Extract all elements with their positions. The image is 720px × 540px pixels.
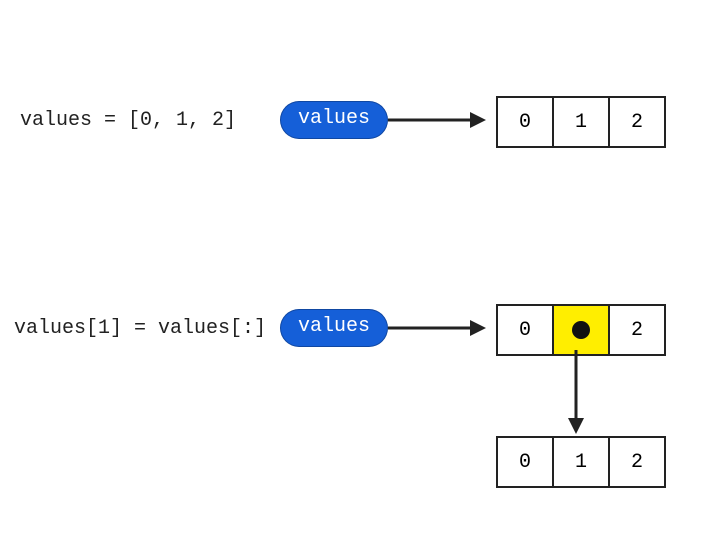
array-cells-1: 0 1 2 bbox=[496, 96, 666, 148]
code-line-1: values = [0, 1, 2] bbox=[20, 109, 236, 132]
cell: 0 bbox=[496, 304, 554, 356]
cell: 2 bbox=[610, 96, 666, 148]
cell: 1 bbox=[554, 96, 610, 148]
cell: 2 bbox=[610, 304, 666, 356]
arrow-1 bbox=[386, 108, 486, 132]
cell: 1 bbox=[554, 436, 610, 488]
arrow-2 bbox=[386, 316, 486, 340]
code-line-2: values[1] = values[:] bbox=[14, 317, 266, 340]
cell: 0 bbox=[496, 436, 554, 488]
cell: 2 bbox=[610, 436, 666, 488]
variable-pill-2: values bbox=[280, 309, 388, 347]
arrow-down bbox=[564, 348, 588, 434]
pointer-dot-icon bbox=[572, 321, 590, 339]
nested-array-cells: 0 1 2 bbox=[496, 436, 666, 488]
cell: 0 bbox=[496, 96, 554, 148]
diagram: values = [0, 1, 2] values 0 1 2 values[1… bbox=[0, 0, 720, 540]
variable-pill-1: values bbox=[280, 101, 388, 139]
